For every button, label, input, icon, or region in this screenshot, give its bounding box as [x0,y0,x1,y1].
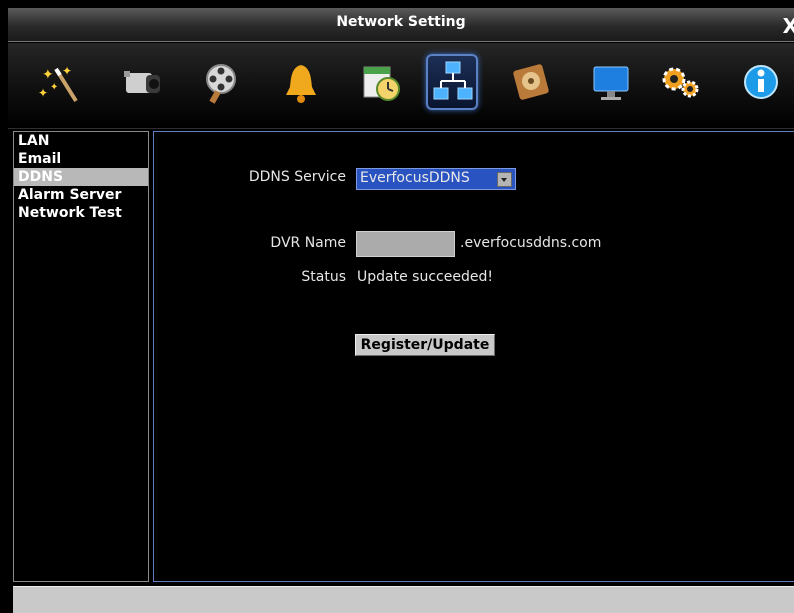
svg-text:✦: ✦ [38,86,48,100]
settings-sidebar: LAN Email DDNS Alarm Server Network Test [13,131,149,582]
wizard-icon[interactable]: ✦ ✦ ✦ ✦ [36,57,86,107]
status-label: Status [301,269,346,285]
toolbar: ✦ ✦ ✦ ✦ [8,43,794,129]
sidebar-item-lan[interactable]: LAN [14,132,148,150]
disk-icon[interactable] [506,57,556,107]
svg-text:✦: ✦ [50,82,58,93]
ddns-panel: DDNS Service EverfocusDDNS DVR Name .eve… [153,131,794,582]
status-bar [13,586,794,613]
svg-text:✦: ✦ [42,67,54,83]
alarm-bell-icon[interactable] [276,57,326,107]
register-update-button[interactable]: Register/Update [355,334,495,356]
status-value: Update succeeded! [357,269,493,285]
network-setting-window: Network Setting X ✦ ✦ ✦ ✦ LAN Email DDNS… [0,0,794,613]
camera-icon[interactable] [116,57,166,107]
info-icon[interactable] [736,57,786,107]
monitor-icon[interactable] [586,57,636,107]
system-gears-icon[interactable] [656,57,706,107]
chevron-down-icon[interactable] [497,172,512,187]
window-title: Network Setting [336,14,466,30]
dvr-name-label: DVR Name [270,235,346,251]
domain-suffix: .everfocusddns.com [460,235,602,251]
sidebar-item-ddns[interactable]: DDNS [14,168,148,186]
close-button[interactable]: X [783,14,794,38]
sidebar-item-email[interactable]: Email [14,150,148,168]
title-bar: Network Setting X [8,8,794,42]
dvr-name-input[interactable] [356,231,455,257]
schedule-icon[interactable] [356,57,406,107]
ddns-service-value: EverfocusDDNS [360,170,470,186]
ddns-service-label: DDNS Service [248,169,346,185]
sidebar-item-alarm-server[interactable]: Alarm Server [14,186,148,204]
svg-text:✦: ✦ [62,64,72,78]
network-icon[interactable] [426,54,478,110]
sidebar-item-network-test[interactable]: Network Test [14,204,148,222]
ddns-service-select[interactable]: EverfocusDDNS [356,168,516,190]
record-icon[interactable] [196,57,246,107]
